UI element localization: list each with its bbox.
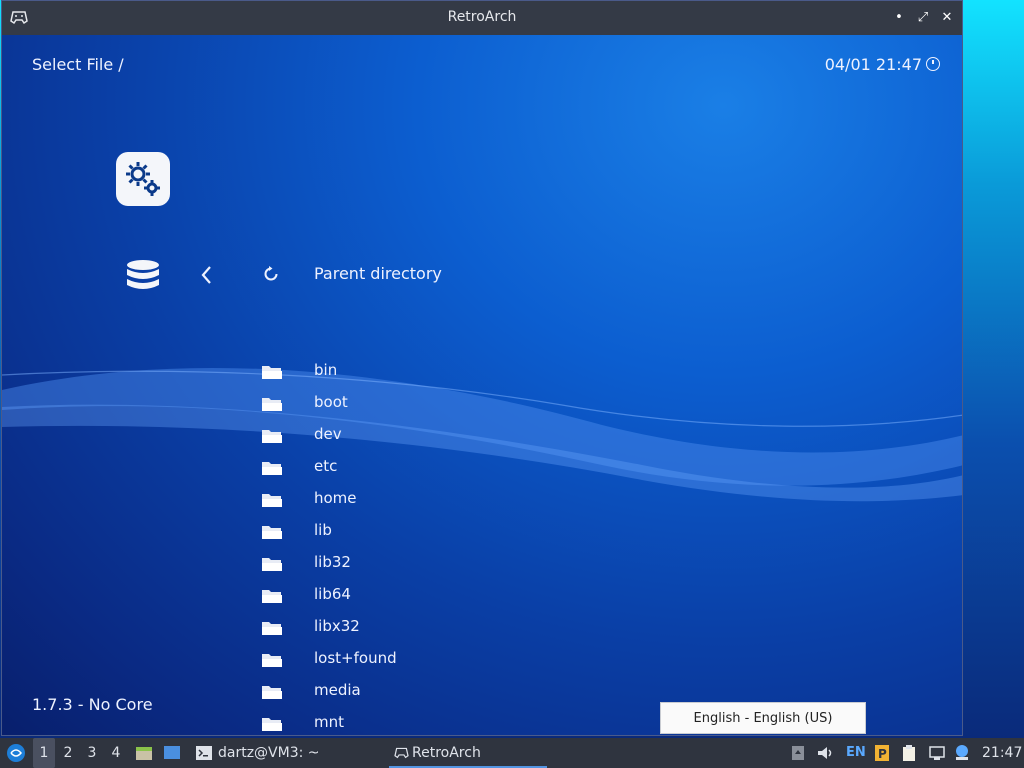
workspace-1[interactable]: 1 bbox=[33, 738, 55, 768]
terminal-task[interactable]: dartz@VM3: ~ bbox=[218, 738, 320, 768]
package-updater-icon[interactable]: P bbox=[873, 744, 891, 762]
close-button[interactable]: ✕ bbox=[936, 7, 958, 29]
show-desktop-icon[interactable] bbox=[163, 744, 181, 762]
file-name: bin bbox=[314, 361, 338, 379]
retroarch-task[interactable]: RetroArch bbox=[389, 738, 547, 768]
file-row-mnt[interactable]: mnt bbox=[258, 713, 558, 735]
retroarch-window[interactable]: RetroArch • ⤢ ✕ Select File / 04/01 21:4… bbox=[1, 0, 963, 736]
parent-directory-item[interactable]: Parent directory bbox=[314, 264, 442, 283]
file-row-lib32[interactable]: lib32 bbox=[258, 553, 558, 579]
gamepad-icon bbox=[394, 747, 409, 759]
file-name: lost+found bbox=[314, 649, 397, 667]
minimize-button[interactable]: • bbox=[888, 7, 910, 29]
file-row-media[interactable]: media bbox=[258, 681, 558, 707]
file-name: lib32 bbox=[314, 553, 351, 571]
terminal-icon bbox=[196, 746, 212, 760]
file-row-boot[interactable]: boot bbox=[258, 393, 558, 419]
retroarch-task-label: RetroArch bbox=[412, 745, 481, 761]
file-manager-icon[interactable] bbox=[135, 744, 153, 762]
folder-icon bbox=[262, 622, 282, 635]
retroarch-menu: Select File / 04/01 21:47 Parent directo… bbox=[2, 35, 962, 735]
chevron-left-icon[interactable] bbox=[198, 263, 214, 287]
file-row-lib64[interactable]: lib64 bbox=[258, 585, 558, 611]
file-name: lib bbox=[314, 521, 332, 539]
folder-icon bbox=[262, 398, 282, 411]
gear-icon bbox=[126, 162, 160, 196]
file-name: libx32 bbox=[314, 617, 360, 635]
clock-icon bbox=[926, 57, 940, 71]
folder-icon bbox=[262, 686, 282, 699]
folder-icon bbox=[262, 718, 282, 731]
taskbar-clock[interactable]: 21:47 bbox=[982, 738, 1022, 768]
file-name: home bbox=[314, 489, 357, 507]
taskbar: 1 2 3 4 dartz@VM3: ~ RetroArch EN P 21:4… bbox=[0, 738, 1024, 768]
folder-icon bbox=[262, 494, 282, 507]
workspace-4[interactable]: 4 bbox=[105, 738, 127, 768]
refresh-icon bbox=[264, 266, 278, 281]
folder-icon bbox=[262, 526, 282, 539]
network-icon[interactable] bbox=[928, 744, 946, 762]
folder-icon bbox=[262, 462, 282, 475]
folder-icon bbox=[262, 654, 282, 667]
maximize-button[interactable]: ⤢ bbox=[912, 7, 934, 29]
file-name: lib64 bbox=[314, 585, 351, 603]
workspace-2[interactable]: 2 bbox=[57, 738, 79, 768]
folder-icon bbox=[262, 366, 282, 379]
window-titlebar[interactable]: RetroArch • ⤢ ✕ bbox=[2, 1, 962, 35]
file-row-lost-found[interactable]: lost+found bbox=[258, 649, 558, 675]
file-row-libx32[interactable]: libx32 bbox=[258, 617, 558, 643]
datetime-text: 04/01 21:47 bbox=[824, 55, 922, 74]
file-row-bin[interactable]: bin bbox=[258, 361, 558, 387]
start-menu-icon[interactable] bbox=[6, 743, 26, 763]
folder-icon bbox=[262, 558, 282, 571]
folder-icon bbox=[262, 430, 282, 443]
file-name: mnt bbox=[314, 713, 344, 731]
keyboard-layout-indicator[interactable]: EN bbox=[846, 738, 866, 768]
settings-tab[interactable] bbox=[116, 152, 170, 206]
language-tooltip: English - English (US) bbox=[660, 702, 866, 734]
file-name: dev bbox=[314, 425, 342, 443]
file-row-etc[interactable]: etc bbox=[258, 457, 558, 483]
file-row-lib[interactable]: lib bbox=[258, 521, 558, 547]
version-label: 1.7.3 - No Core bbox=[32, 695, 153, 714]
file-row-home[interactable]: home bbox=[258, 489, 558, 515]
svg-text:P: P bbox=[878, 747, 887, 761]
volume-icon[interactable] bbox=[816, 744, 834, 762]
window-title: RetroArch bbox=[447, 9, 517, 25]
file-name: media bbox=[314, 681, 361, 699]
current-location: Select File / bbox=[32, 55, 124, 74]
datetime-display: 04/01 21:47 bbox=[825, 55, 940, 74]
workspace-3[interactable]: 3 bbox=[81, 738, 103, 768]
notification-icon[interactable] bbox=[953, 744, 971, 762]
file-name: etc bbox=[314, 457, 338, 475]
clipboard-icon[interactable] bbox=[900, 744, 918, 762]
file-row-dev[interactable]: dev bbox=[258, 425, 558, 451]
file-name: boot bbox=[314, 393, 348, 411]
database-icon[interactable] bbox=[125, 258, 161, 294]
eject-icon[interactable] bbox=[789, 744, 807, 762]
folder-icon bbox=[262, 590, 282, 603]
